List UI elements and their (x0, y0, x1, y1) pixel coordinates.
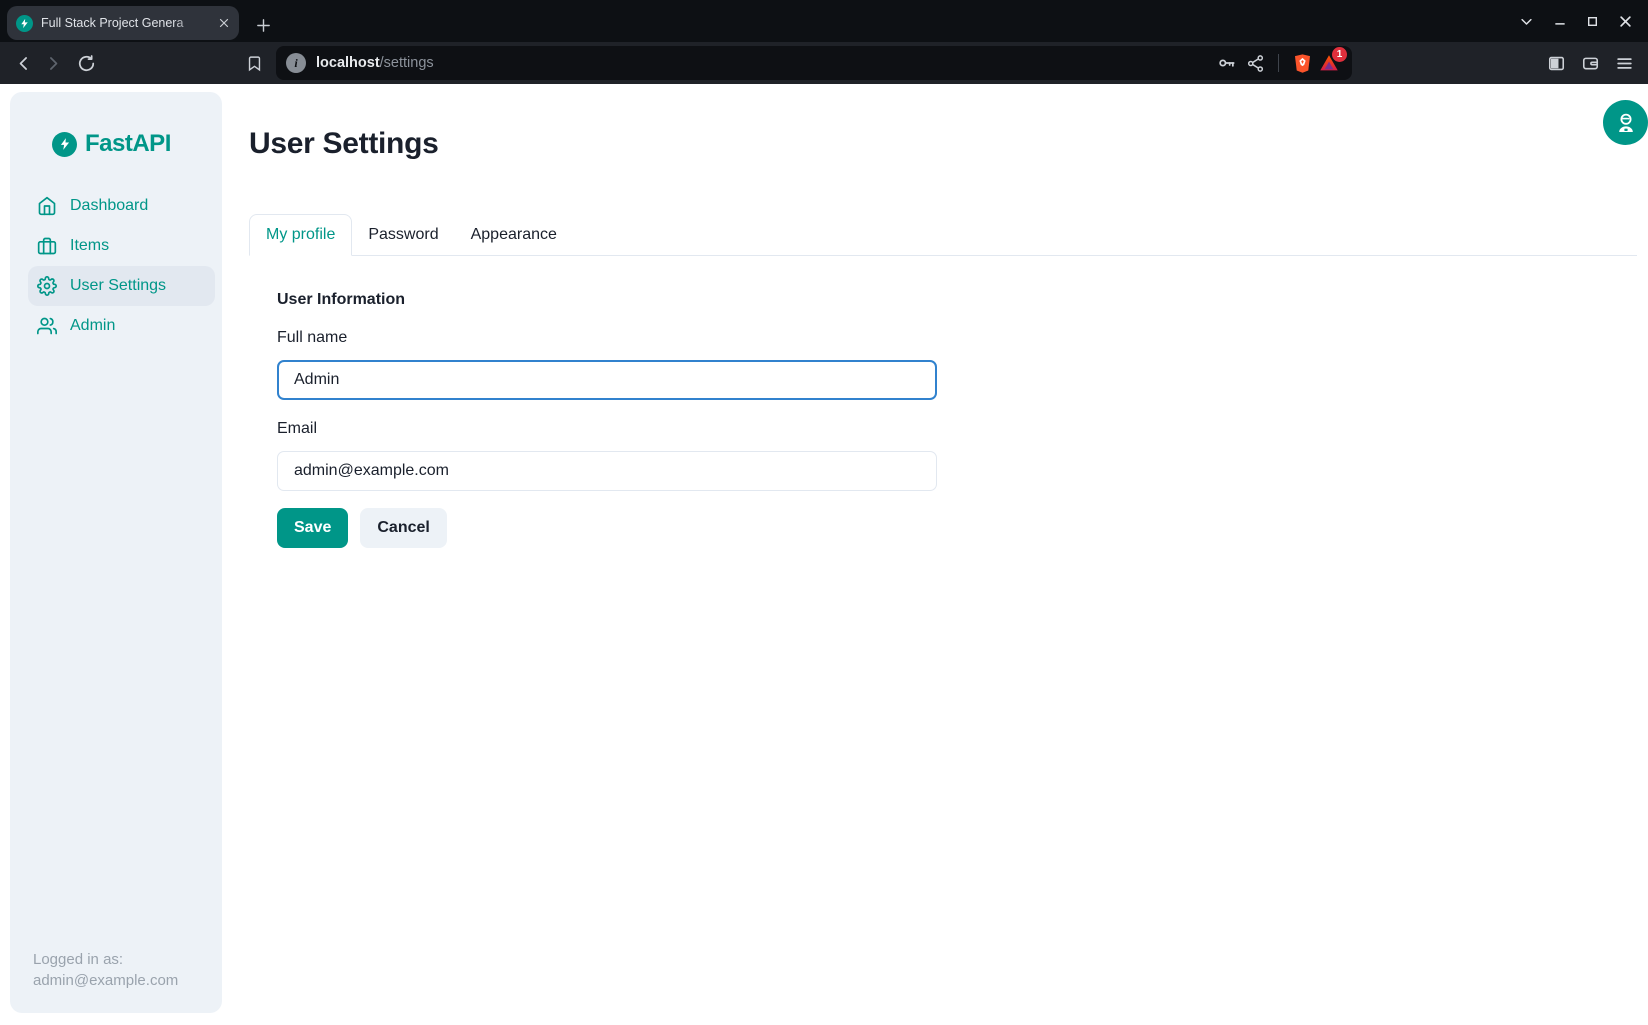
url-host: localhost (316, 55, 380, 71)
page-title: User Settings (249, 126, 1637, 162)
sidebar-item-label: Items (70, 237, 109, 255)
browser-titlebar: Full Stack Project Genera (0, 0, 1648, 42)
sidebar-item-dashboard[interactable]: Dashboard (28, 186, 215, 226)
full-name-input[interactable] (277, 360, 937, 400)
tab-my-profile[interactable]: My profile (249, 214, 352, 256)
form-actions: Save Cancel (277, 508, 937, 548)
new-tab-button[interactable] (255, 17, 272, 34)
browser-window: Full Stack Project Genera (0, 0, 1648, 1025)
site-info-icon[interactable]: i (286, 53, 306, 73)
tab-search-icon[interactable] (1510, 0, 1543, 42)
toolbar-right-cluster (1542, 49, 1638, 77)
brave-shield-icon[interactable] (1288, 49, 1316, 77)
brave-rewards-icon[interactable]: 1 (1316, 50, 1342, 76)
wallet-icon[interactable] (1576, 49, 1604, 77)
fastapi-bolt-icon (52, 132, 77, 157)
browser-tab[interactable]: Full Stack Project Genera (7, 6, 239, 40)
sidebar-item-label: Admin (70, 317, 115, 335)
tab-close-icon[interactable] (218, 17, 230, 29)
close-window-icon[interactable] (1609, 0, 1642, 42)
rewards-badge: 1 (1332, 47, 1347, 62)
logged-in-as: Logged in as: admin@example.com (33, 949, 178, 991)
maximize-icon[interactable] (1576, 0, 1609, 42)
minimize-icon[interactable] (1543, 0, 1576, 42)
browser-toolbar: i localhost /settings 1 (0, 42, 1648, 84)
toolbar-divider (1278, 54, 1279, 72)
key-icon[interactable] (1213, 49, 1241, 77)
menu-icon[interactable] (1610, 49, 1638, 77)
logged-in-label: Logged in as: (33, 949, 178, 970)
settings-tabs: My profile Password Appearance (249, 214, 1637, 256)
sidebar-item-label: User Settings (70, 277, 166, 295)
sidebar-item-user-settings[interactable]: User Settings (28, 266, 215, 306)
logged-in-email: admin@example.com (33, 970, 178, 991)
app-page: FastAPI Dashboard Items User Settings (0, 84, 1648, 1025)
cancel-button[interactable]: Cancel (360, 508, 446, 548)
tab-appearance[interactable]: Appearance (455, 214, 573, 255)
share-icon[interactable] (1241, 49, 1269, 77)
tab-title: Full Stack Project Genera (41, 16, 210, 30)
back-icon[interactable] (10, 49, 38, 77)
save-button[interactable]: Save (277, 508, 348, 548)
sidebar-toggle-icon[interactable] (1542, 49, 1570, 77)
window-controls (1510, 0, 1648, 42)
url-path: /settings (380, 55, 434, 71)
reload-icon[interactable] (72, 49, 100, 77)
users-icon (37, 316, 57, 336)
forward-icon[interactable] (38, 49, 66, 77)
fastapi-logo: FastAPI (10, 92, 222, 158)
sidebar-item-admin[interactable]: Admin (28, 306, 215, 346)
section-title: User Information (277, 291, 937, 309)
fastapi-favicon-icon (16, 15, 33, 32)
main-content: User Settings My profile Password Appear… (249, 84, 1637, 548)
full-name-label: Full name (277, 329, 937, 347)
sidebar-nav: Dashboard Items User Settings Admin (10, 186, 222, 346)
home-icon (37, 196, 57, 216)
briefcase-icon (37, 236, 57, 256)
tab-password[interactable]: Password (352, 214, 454, 255)
email-input[interactable] (277, 451, 937, 491)
gear-icon (37, 276, 57, 296)
sidebar: FastAPI Dashboard Items User Settings (10, 92, 222, 1013)
sidebar-item-items[interactable]: Items (28, 226, 215, 266)
sidebar-item-label: Dashboard (70, 197, 148, 215)
user-information-form: User Information Full name Email Save Ca… (277, 291, 937, 548)
bookmark-icon[interactable] (240, 49, 268, 77)
logo-text: FastAPI (85, 130, 171, 158)
url-bar[interactable]: i localhost /settings 1 (276, 46, 1352, 80)
email-label: Email (277, 420, 937, 438)
